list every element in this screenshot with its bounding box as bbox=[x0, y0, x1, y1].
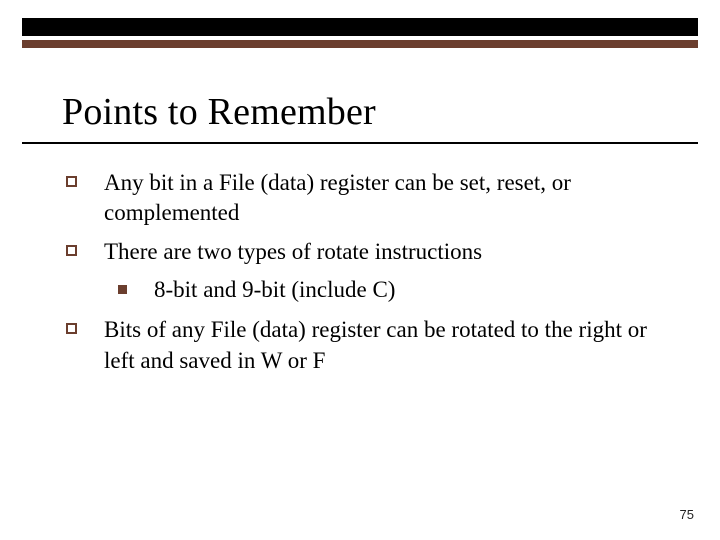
sub-list-item: 8-bit and 9-bit (include C) bbox=[62, 275, 680, 305]
square-bullet-icon bbox=[66, 323, 77, 334]
list-item: Bits of any File (data) register can be … bbox=[62, 315, 680, 376]
list-item-text: Bits of any File (data) register can be … bbox=[104, 317, 647, 372]
list-item: Any bit in a File (data) register can be… bbox=[62, 168, 680, 229]
square-bullet-icon bbox=[66, 176, 77, 187]
list-item-text: There are two types of rotate instructio… bbox=[104, 239, 482, 264]
list-item: There are two types of rotate instructio… bbox=[62, 237, 680, 267]
content-area: Any bit in a File (data) register can be… bbox=[62, 168, 680, 384]
solid-square-bullet-icon bbox=[118, 285, 127, 294]
page-number: 75 bbox=[680, 507, 694, 522]
title-underline bbox=[22, 142, 698, 144]
top-bar-black bbox=[22, 18, 698, 36]
square-bullet-icon bbox=[66, 245, 77, 256]
top-bar-maroon bbox=[22, 40, 698, 48]
sub-list-item-text: 8-bit and 9-bit (include C) bbox=[154, 277, 395, 302]
slide-title: Points to Remember bbox=[62, 90, 376, 134]
list-item-text: Any bit in a File (data) register can be… bbox=[104, 170, 571, 225]
